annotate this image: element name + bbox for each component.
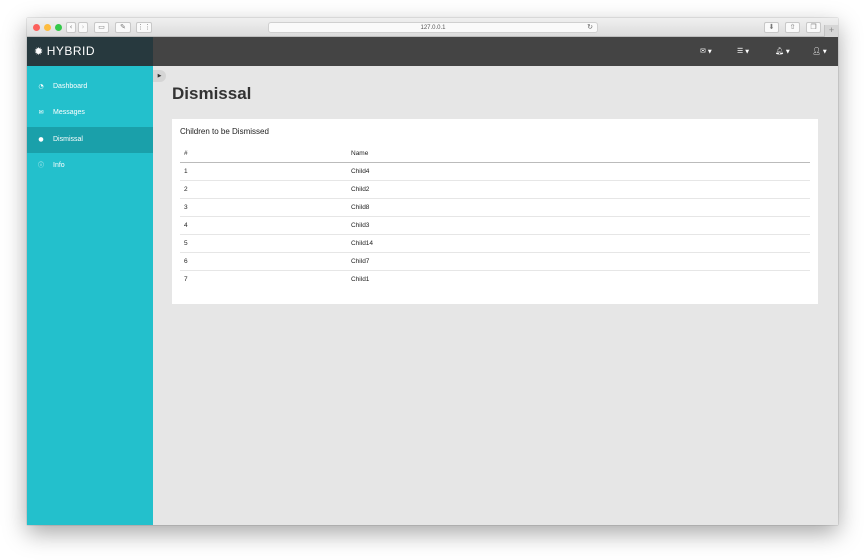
dismissal-panel: Children to be Dismissed # Name 1 Child4… <box>172 119 818 304</box>
new-tab-button[interactable]: + <box>824 25 838 37</box>
caret-down-icon: ▼ <box>745 49 750 55</box>
url-text: 127.0.0.1 <box>420 25 446 31</box>
sidebar: ◔ Dashboard ✉ Messages ● Dismissal ⓘ Inf… <box>27 66 153 525</box>
table-row: 2 Child2 <box>180 181 810 199</box>
column-header-name: Name <box>351 150 369 157</box>
sidebar-item-info[interactable]: ⓘ Info <box>27 153 153 179</box>
info-icon: ⓘ <box>37 162 44 169</box>
reload-icon[interactable]: ↻ <box>587 23 593 33</box>
caret-down-icon: ▼ <box>822 49 827 55</box>
tab-overview-icon[interactable]: ⋮⋮ <box>136 22 152 33</box>
table-row: 7 Child1 <box>180 271 810 289</box>
row-name: Child7 <box>351 258 370 265</box>
caret-right-icon: ▶ <box>157 73 162 79</box>
alerts-dropdown[interactable]: 🔔︎ ▼ <box>775 37 790 66</box>
sidebar-item-dashboard[interactable]: ◔ Dashboard <box>27 74 153 100</box>
row-name: Child3 <box>351 222 370 229</box>
row-number: 5 <box>184 240 188 247</box>
row-number: 2 <box>184 186 188 193</box>
tabs-icon[interactable]: ❐ <box>806 22 821 33</box>
bell-icon: 🔔︎ <box>775 47 784 55</box>
sidebar-toggle-icon[interactable]: ▭ <box>94 22 109 33</box>
sidebar-item-label: Dashboard <box>53 83 88 90</box>
table-row: 4 Child3 <box>180 217 810 235</box>
sidebar-collapse-toggle[interactable]: ▶ <box>153 70 166 82</box>
envelope-icon: ✉ <box>38 109 44 116</box>
column-header-number: # <box>184 150 188 157</box>
maximize-window-button[interactable] <box>55 24 62 31</box>
share-icon[interactable]: ⇧ <box>785 22 800 33</box>
user-dropdown[interactable]: 👤︎ ▼ <box>812 37 827 66</box>
sidebar-item-label: Messages <box>53 109 85 116</box>
close-window-button[interactable] <box>33 24 40 31</box>
table-row: 6 Child7 <box>180 253 810 271</box>
brand-logo[interactable]: ✹ HYBRID <box>27 37 153 66</box>
caret-down-icon: ▼ <box>707 49 712 55</box>
table-header: # Name <box>180 147 810 163</box>
user-icon: 👤︎ <box>812 47 821 55</box>
download-icon[interactable]: ⬇ <box>764 22 779 33</box>
row-number: 3 <box>184 204 188 211</box>
browser-toolbar: ‹ › ▭ ✎ ⋮⋮ 127.0.0.1 ↻ ⬇ ⇧ ❐ + <box>27 18 838 37</box>
user-icon: ● <box>38 136 44 143</box>
back-icon[interactable]: ‹ <box>66 22 76 33</box>
browser-window: ‹ › ▭ ✎ ⋮⋮ 127.0.0.1 ↻ ⬇ ⇧ ❐ + ✹ HYBRID ✉… <box>27 18 838 525</box>
address-bar[interactable]: 127.0.0.1 ↻ <box>268 22 598 33</box>
sidebar-item-dismissal[interactable]: ● Dismissal <box>27 127 153 153</box>
row-number: 6 <box>184 258 188 265</box>
sidebar-item-label: Info <box>53 162 65 169</box>
table-row: 1 Child4 <box>180 163 810 181</box>
sidebar-item-label: Dismissal <box>53 136 83 143</box>
tasks-icon: ☰ <box>737 47 744 55</box>
row-name: Child4 <box>351 168 370 175</box>
dashboard-icon: ◔ <box>38 83 44 90</box>
row-number: 1 <box>184 168 188 175</box>
messages-dropdown[interactable]: ✉ ▼ <box>700 37 712 66</box>
brand-name: HYBRID <box>46 44 96 58</box>
table-row: 3 Child8 <box>180 199 810 217</box>
gear-icon: ✹ <box>34 45 44 58</box>
page-title: Dismissal <box>172 84 252 103</box>
envelope-icon: ✉ <box>700 47 706 55</box>
row-name: Child2 <box>351 186 370 193</box>
row-number: 4 <box>184 222 188 229</box>
minimize-window-button[interactable] <box>44 24 51 31</box>
top-navbar: ✹ HYBRID ✉ ▼ ☰ ▼ 🔔︎ ▼ 👤︎ ▼ <box>27 37 838 66</box>
row-name: Child14 <box>351 240 374 247</box>
sidebar-item-messages[interactable]: ✉ Messages <box>27 100 153 126</box>
table-row: 5 Child14 <box>180 235 810 253</box>
reading-list-icon[interactable]: ✎ <box>115 22 131 33</box>
caret-down-icon: ▼ <box>785 49 790 55</box>
tasks-dropdown[interactable]: ☰ ▼ <box>737 37 749 66</box>
row-name: Child8 <box>351 204 370 211</box>
row-number: 7 <box>184 276 188 283</box>
forward-icon[interactable]: › <box>78 22 88 33</box>
panel-title: Children to be Dismissed <box>180 127 269 136</box>
row-name: Child1 <box>351 276 370 283</box>
